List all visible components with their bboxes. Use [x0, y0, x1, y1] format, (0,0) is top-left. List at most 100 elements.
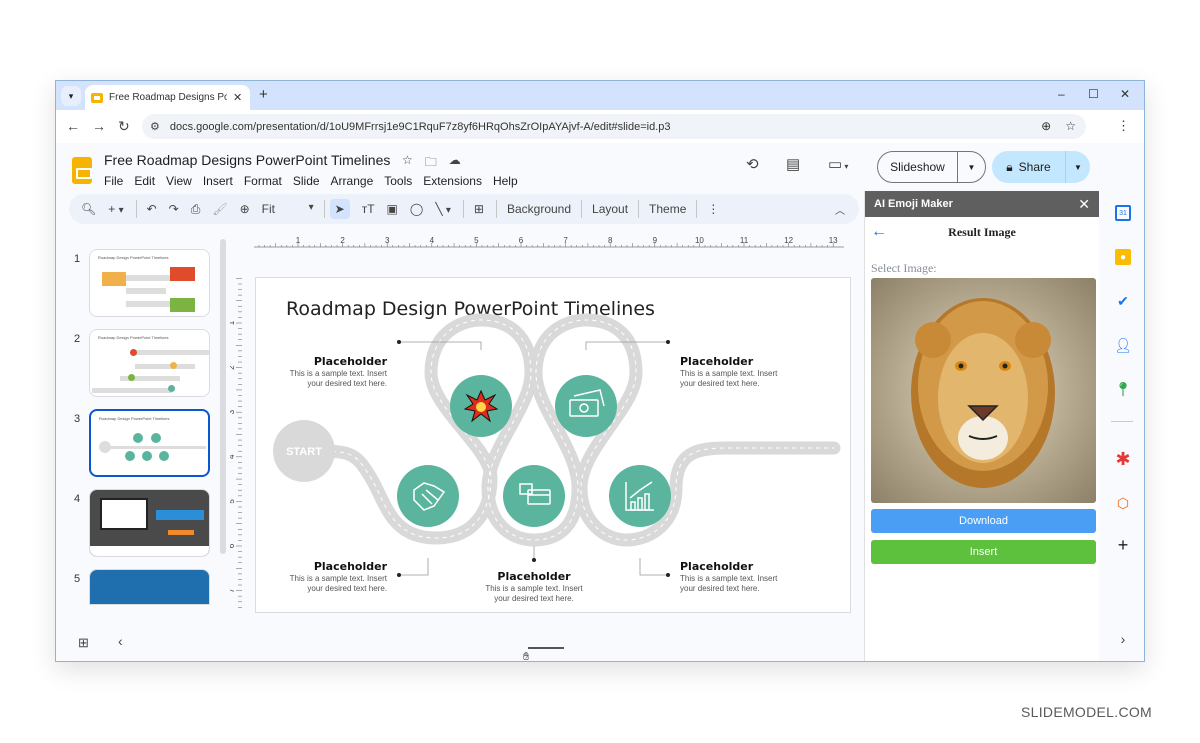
placeholder-text-bottom-left[interactable]: Placeholder This is a sample text. Inser…	[281, 560, 387, 594]
close-window-button[interactable]: ✕	[1120, 87, 1130, 101]
slide-thumbnail-1[interactable]: Roadmap Design PowerPoint Timelines	[89, 249, 210, 317]
document-title[interactable]: Free Roadmap Designs PowerPoint Timeline…	[104, 152, 390, 168]
menu-tools[interactable]: Tools	[384, 174, 412, 188]
minimize-button[interactable]: –	[1058, 87, 1065, 101]
text-box-icon[interactable]: ᴛT	[362, 202, 375, 216]
print-icon[interactable]: ⎙	[191, 202, 201, 217]
slide-thumbnail-3[interactable]: Roadmap Design PowerPoint Timelines	[89, 409, 210, 477]
meet-video-icon[interactable]: ▭ ▾	[828, 155, 848, 173]
zoom-icon[interactable]: ⊕	[240, 202, 250, 216]
search-menus-icon[interactable]: 🔍︎	[81, 202, 96, 216]
menu-extensions[interactable]: Extensions	[423, 174, 482, 188]
placeholder-text-bottom-right[interactable]: Placeholder This is a sample text. Inser…	[680, 560, 800, 594]
maximize-button[interactable]: ☐	[1088, 87, 1099, 101]
new-tab-button[interactable]: +	[259, 86, 268, 103]
version-history-icon[interactable]: ⟲	[746, 155, 759, 173]
keep-icon[interactable]: ●	[1115, 249, 1131, 265]
milestone-circle[interactable]	[397, 465, 459, 527]
add-comment-icon[interactable]: ⊞	[474, 202, 484, 216]
filmstrip-scrollbar[interactable]	[220, 239, 226, 554]
hand-cursor-icon: ✋︎	[523, 651, 530, 662]
menu-file[interactable]: File	[104, 174, 123, 188]
connector-dot	[397, 340, 401, 344]
slide-number: 2	[74, 333, 81, 345]
office-addon-icon[interactable]: ⬡	[1115, 495, 1131, 511]
insert-button[interactable]: Insert	[871, 540, 1096, 564]
placeholder-text-top-right[interactable]: Placeholder This is a sample text. Inser…	[680, 355, 800, 389]
cloud-status-icon[interactable]: ☁	[449, 153, 461, 174]
bookmark-star-icon[interactable]: ☆	[1065, 119, 1076, 133]
divider	[323, 200, 325, 218]
milestone-circle[interactable]	[609, 465, 671, 527]
more-options-icon[interactable]: ⋮	[707, 202, 719, 216]
slide-thumbnail-4[interactable]	[89, 489, 210, 557]
new-slide-icon[interactable]: + ▾	[108, 202, 123, 216]
placeholder-text-top-left[interactable]: Placeholder This is a sample text. Inser…	[281, 355, 387, 389]
ruler-label: 7	[563, 236, 568, 245]
slide-canvas[interactable]: Roadmap Design PowerPoint Timelines STAR…	[255, 277, 851, 613]
horizontal-ruler[interactable]: 1 2 3 4 5 6 7 8 9 10 11 12 13	[254, 236, 844, 248]
site-info-icon[interactable]: ⚙	[150, 120, 160, 133]
back-button[interactable]: ←	[66, 118, 80, 134]
background-button[interactable]: Background	[507, 202, 571, 216]
forward-button[interactable]: →	[92, 118, 106, 134]
download-button[interactable]: Download	[871, 509, 1096, 533]
menu-arrange[interactable]: Arrange	[331, 174, 374, 188]
line-icon[interactable]: ╲ ▾	[435, 202, 451, 216]
menu-view[interactable]: View	[166, 174, 192, 188]
lock-icon: 🔒︎	[1006, 159, 1013, 174]
slideshow-dropdown-icon[interactable]: ▼	[958, 163, 985, 172]
zoom-select[interactable]: Fit ▾	[262, 202, 314, 216]
menu-insert[interactable]: Insert	[203, 174, 233, 188]
add-icon[interactable]: +	[1115, 535, 1131, 555]
collapse-toolbar-icon[interactable]: ︿	[835, 202, 845, 217]
placeholder-body: your desired text here.	[680, 584, 760, 593]
contacts-icon[interactable]: 👤︎	[1114, 337, 1132, 353]
menu-slide[interactable]: Slide	[293, 174, 320, 188]
calendar-icon[interactable]: 31	[1115, 205, 1131, 221]
slideshow-button[interactable]: Slideshow ▼	[877, 151, 986, 183]
vertical-ruler[interactable]: 1 2 3 4 5 6 7	[230, 271, 244, 611]
theme-button[interactable]: Theme	[649, 202, 686, 216]
paint-format-icon[interactable]: 🖌︎	[212, 202, 227, 216]
slides-logo-icon[interactable]	[72, 157, 92, 184]
url-text[interactable]: docs.google.com/presentation/d/1oU9MFrrs…	[170, 121, 671, 133]
tasks-icon[interactable]: ✔	[1115, 293, 1131, 309]
layout-button[interactable]: Layout	[592, 202, 628, 216]
undo-icon[interactable]: ↶	[147, 202, 157, 216]
shape-icon[interactable]: ◯	[410, 202, 423, 216]
menu-format[interactable]: Format	[244, 174, 282, 188]
browser-menu-icon[interactable]: ⋮	[1117, 118, 1130, 134]
tab-search-button[interactable]: ▾	[61, 86, 81, 106]
expand-panel-icon[interactable]: ›	[1115, 631, 1131, 647]
slide-thumbnail-2[interactable]: Roadmap Design PowerPoint Timelines	[89, 329, 210, 397]
comments-icon[interactable]: ▤	[786, 155, 800, 173]
star-icon[interactable]: ☆	[402, 153, 413, 174]
share-dropdown-icon[interactable]: ▼	[1066, 163, 1090, 172]
reload-button[interactable]: ↻	[118, 118, 130, 135]
asterisk-addon-icon[interactable]: ✱	[1115, 449, 1131, 469]
zoom-icon[interactable]: ⊕	[1041, 119, 1051, 133]
share-button[interactable]: 🔒︎ Share ▼	[992, 151, 1090, 183]
collapse-filmstrip-icon[interactable]: ‹	[118, 633, 123, 649]
move-folder-icon[interactable]: 🗀	[425, 153, 437, 174]
redo-icon[interactable]: ↷	[169, 202, 179, 216]
menu-edit[interactable]: Edit	[134, 174, 155, 188]
speaker-notes-handle[interactable]	[528, 647, 564, 649]
select-tool-icon[interactable]: ➤	[329, 199, 350, 219]
slideshow-label[interactable]: Slideshow	[878, 152, 958, 182]
milestone-circle[interactable]	[503, 465, 565, 527]
slide-thumbnail-5[interactable]	[89, 569, 210, 605]
lion-result-image[interactable]	[871, 278, 1096, 503]
grid-view-icon[interactable]: ⊞	[78, 635, 89, 651]
insert-image-icon[interactable]: ▣	[387, 202, 398, 216]
close-tab-icon[interactable]: ✕	[233, 91, 242, 104]
menu-help[interactable]: Help	[493, 174, 518, 188]
placeholder-text-bottom-center[interactable]: Placeholder This is a sample text. Inser…	[474, 570, 594, 604]
close-panel-icon[interactable]: ✕	[1078, 196, 1090, 213]
url-bar[interactable]: ⚙ docs.google.com/presentation/d/1oU9MFr…	[142, 114, 1086, 139]
divider	[462, 200, 464, 218]
maps-icon[interactable]: 📍︎	[1114, 381, 1132, 397]
milestone-circle[interactable]	[555, 375, 617, 437]
browser-tab[interactable]: Free Roadmap Designs PowerP ✕	[85, 85, 250, 110]
